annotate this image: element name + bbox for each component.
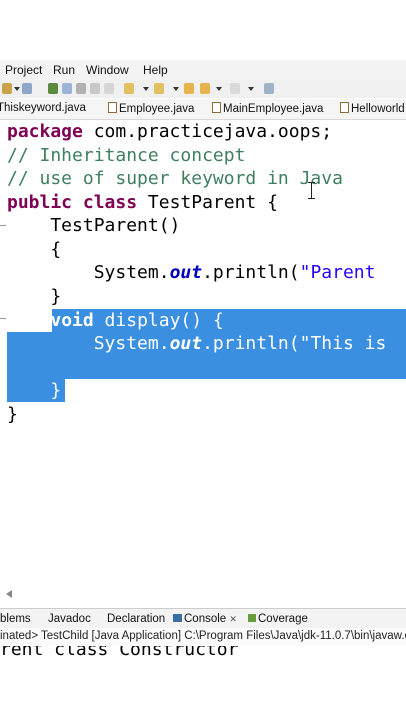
console-header: inated> TestChild [Java Application] C:\… bbox=[0, 628, 406, 646]
back-icon[interactable] bbox=[184, 83, 194, 94]
tab-declaration[interactable]: Declaration bbox=[107, 613, 165, 625]
code-line-1: package com.practicejava.oops; bbox=[7, 121, 333, 142]
bottom-panel-tabs: blems Javadoc Declaration Console ✕ Cove… bbox=[0, 608, 406, 629]
java-file-icon bbox=[108, 102, 117, 113]
console-status: inated> TestChild [Java Application] C:\… bbox=[0, 630, 406, 642]
tab-console-label: Console bbox=[184, 613, 227, 625]
tab-coverage[interactable]: Coverage bbox=[248, 613, 308, 625]
code-line-8: } bbox=[7, 286, 62, 307]
code-line-9: void display() { bbox=[50, 310, 224, 331]
menu-run[interactable]: Run bbox=[53, 63, 75, 77]
tab-label: Helloworld bbox=[351, 103, 405, 115]
menu-bar: Project Run Window Help bbox=[0, 60, 406, 80]
console-icon bbox=[173, 614, 182, 622]
fold-marker-icon[interactable] bbox=[0, 318, 6, 323]
code-line-5: TestParent() bbox=[7, 215, 181, 236]
build-icon[interactable] bbox=[2, 83, 12, 94]
code-line-13: } bbox=[7, 404, 18, 425]
paragraph-icon[interactable] bbox=[104, 83, 114, 94]
annotation-next-icon[interactable] bbox=[154, 83, 164, 94]
scroll-left-arrow-icon[interactable] bbox=[6, 590, 12, 598]
code-line-12: } bbox=[7, 380, 62, 401]
tab-employee[interactable]: Employee.java bbox=[108, 102, 194, 115]
forward-arrow-icon[interactable] bbox=[230, 83, 240, 94]
tab-label: MainEmployee.java bbox=[223, 103, 324, 115]
annotation-icon[interactable] bbox=[124, 83, 134, 94]
chevron-down-icon[interactable] bbox=[143, 87, 149, 91]
console-output-text: rent class Constructor bbox=[0, 646, 239, 660]
chevron-down-icon[interactable] bbox=[216, 87, 222, 91]
chevron-down-icon[interactable] bbox=[248, 87, 254, 91]
tab-coverage-label: Coverage bbox=[258, 613, 308, 625]
code-line-7: System.out.println("Parent bbox=[7, 262, 376, 283]
console-output: rent class Constructor bbox=[0, 646, 406, 660]
mark-icon[interactable] bbox=[76, 83, 86, 94]
fold-marker-icon[interactable] bbox=[0, 225, 6, 230]
code-line-6: { bbox=[7, 239, 62, 260]
open-perspective-icon[interactable] bbox=[264, 83, 274, 94]
menu-project[interactable]: Project bbox=[5, 63, 42, 77]
text-cursor-icon bbox=[308, 182, 315, 199]
code-line-3: // use of super keyword in Java bbox=[7, 168, 343, 189]
java-file-icon bbox=[212, 102, 221, 113]
chevron-down-icon[interactable] bbox=[14, 87, 20, 91]
menu-window[interactable]: Window bbox=[86, 63, 129, 77]
tab-label: Employee.java bbox=[119, 103, 195, 115]
java-file-icon bbox=[340, 102, 349, 113]
back-arrow-icon[interactable] bbox=[200, 83, 210, 94]
toolbar bbox=[0, 80, 406, 98]
menu-help[interactable]: Help bbox=[143, 63, 168, 77]
save-icon[interactable] bbox=[22, 83, 32, 94]
tab-console[interactable]: Console ✕ bbox=[173, 613, 237, 625]
chevron-down-icon[interactable] bbox=[173, 87, 179, 91]
tab-helloworld[interactable]: Helloworld bbox=[340, 102, 405, 115]
coverage-icon bbox=[248, 614, 256, 622]
code-line-10: System.out.println("This is bbox=[7, 333, 387, 354]
tab-javadoc[interactable]: Javadoc bbox=[48, 613, 91, 625]
close-icon[interactable]: ✕ bbox=[229, 614, 237, 624]
editor-tabs: Thiskeyword.java Employee.java MainEmplo… bbox=[0, 99, 406, 120]
tab-problems[interactable]: blems bbox=[0, 613, 31, 625]
code-line-4: public class TestParent { bbox=[7, 192, 278, 213]
code-line-2: // Inheritance concept bbox=[7, 145, 246, 166]
debug-icon[interactable] bbox=[48, 83, 58, 94]
tab-label: Thiskeyword.java bbox=[0, 102, 86, 114]
code-editor[interactable]: package com.practicejava.oops; // Inheri… bbox=[0, 120, 406, 590]
edit-icon[interactable] bbox=[62, 83, 72, 94]
tab-mainemployee[interactable]: MainEmployee.java bbox=[212, 102, 323, 115]
tab-thiskeyword[interactable]: Thiskeyword.java bbox=[0, 102, 86, 114]
format-icon[interactable] bbox=[90, 83, 100, 94]
